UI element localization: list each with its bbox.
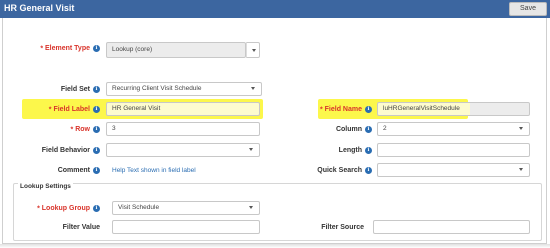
lookup-group-value: Visit Schedule [118,204,160,211]
info-icon[interactable]: i [365,106,372,113]
field-behavior-select[interactable] [106,143,260,157]
info-icon[interactable]: i [365,147,372,154]
chevron-down-icon [252,49,256,52]
element-type-dropdown[interactable] [246,42,260,58]
quick-search-select[interactable] [377,163,530,177]
element-type-label: * Element Type i [20,45,100,52]
field-behavior-label: Field Behavior i [20,147,100,154]
quick-search-label: Quick Search i [300,167,372,174]
comment-help-link[interactable]: Help Text shown in field label [112,167,196,174]
chevron-down-icon [251,87,255,90]
row-value: 3 [112,125,116,132]
field-set-value: Recurring Client Visit Schedule [112,85,202,92]
chevron-down-icon [519,127,523,130]
row-input[interactable]: 3 [106,122,260,136]
comment-label: Comment i [20,167,100,174]
window-title: HR General Visit [4,3,75,13]
field-name-value: luHRGeneralVisitSchedule [383,105,460,112]
info-icon[interactable]: i [93,205,100,212]
save-button[interactable]: Save [509,2,547,16]
element-type-select[interactable]: Lookup (core) [106,42,246,58]
title-bar: HR General Visit Save [0,0,550,18]
field-set-label: Field Set i [20,86,100,93]
field-label-input[interactable]: HR General Visit [106,102,260,116]
length-label: Length i [300,147,372,154]
lookup-group-label: * Lookup Group i [20,205,100,212]
field-label-label: * Field Label i [20,106,100,113]
chevron-down-icon [249,206,253,209]
length-input[interactable] [377,143,530,157]
chevron-down-icon [519,168,523,171]
info-icon[interactable]: i [93,147,100,154]
info-icon[interactable]: i [93,106,100,113]
field-label-value: HR General Visit [112,105,161,112]
info-icon[interactable]: i [365,126,372,133]
chevron-down-icon [249,148,253,151]
lookup-settings-title: Lookup Settings [18,183,73,190]
element-type-value: Lookup (core) [112,46,153,53]
filter-value-label: Filter Value [62,224,100,231]
column-label: Column i [300,126,372,133]
info-icon[interactable]: i [93,126,100,133]
filter-value-input[interactable] [112,220,260,234]
lookup-group-select[interactable]: Visit Schedule [112,201,260,215]
info-icon[interactable]: i [93,86,100,93]
row-label: * Row i [20,126,100,133]
info-icon[interactable]: i [365,167,372,174]
filter-source-input[interactable] [373,220,530,234]
filter-source-label: Filter Source [321,224,364,231]
info-icon[interactable]: i [93,45,100,52]
field-name-label: * Field Name i [300,106,372,113]
info-icon[interactable]: i [93,167,100,174]
field-set-select[interactable]: Recurring Client Visit Schedule [106,82,262,96]
field-name-input-tail [470,102,530,116]
column-value: 2 [383,125,387,132]
column-select[interactable]: 2 [377,122,530,136]
panel-shadow [0,244,550,248]
